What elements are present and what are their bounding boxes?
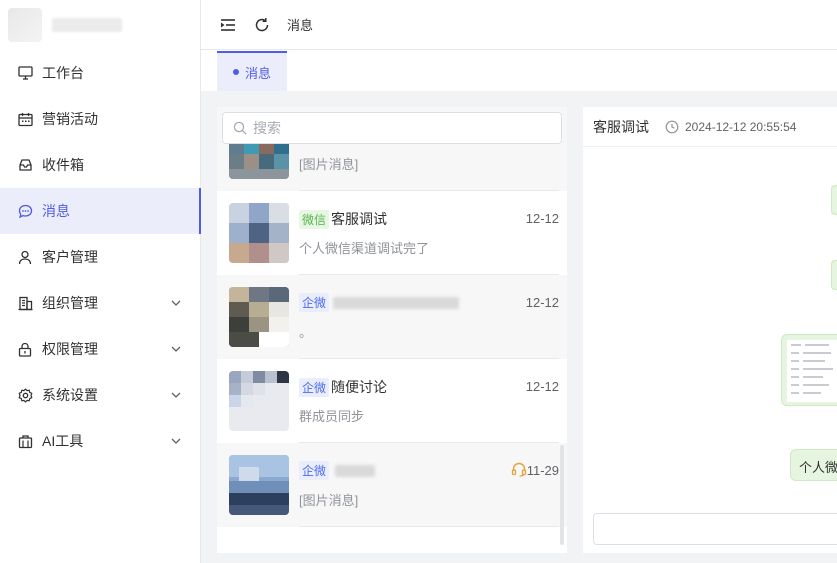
- active-dot: [232, 69, 239, 75]
- brand-name: [52, 18, 122, 32]
- sidebar-item-label: 客户管理: [42, 249, 98, 265]
- sidebar-item-messages[interactable]: 消息: [0, 188, 201, 234]
- channel-tag: 企微: [299, 377, 330, 397]
- sidebar-item-system-settings[interactable]: 系统设置: [0, 372, 200, 418]
- inbox-icon: [17, 157, 33, 173]
- sidebar-item-label: AI工具: [42, 433, 84, 449]
- chat-title: 客服调试: [593, 118, 649, 135]
- conversation-item[interactable]: 微信 客服调试 12-12 个人微信渠道调试完了: [217, 191, 567, 275]
- chevron-down-icon: [171, 392, 181, 398]
- avatar: [229, 371, 289, 431]
- sidebar-item-organization[interactable]: 组织管理: [0, 280, 200, 326]
- sidebar-item-permissions[interactable]: 权限管理: [0, 326, 200, 372]
- sidebar-item-label: 组织管理: [42, 295, 98, 311]
- chevron-down-icon: [171, 438, 181, 444]
- conversation-item[interactable]: 企微 11-29 [图片消息]: [217, 443, 567, 527]
- message-bubble[interactable]: [831, 260, 837, 290]
- conversation-panel: 12-12 [图片消息] 微信 客服调试 12-12 个人微信渠道调试完了 企微: [217, 107, 567, 553]
- tab-label: 消息: [244, 65, 271, 81]
- sidebar-item-workbench[interactable]: 工作台: [0, 50, 200, 96]
- sidebar-menu: 工作台 营销活动 收件箱 消息 客户管理 组织管理 权限管理 系统设置 AI工具: [0, 50, 201, 464]
- image-message-bubble[interactable]: [781, 334, 837, 406]
- tab-messages[interactable]: 消息: [217, 51, 287, 91]
- conversation-date: 12-12: [525, 379, 559, 394]
- chat-time-text: 2024-12-12 20:55:54: [685, 119, 797, 134]
- headset-icon: [511, 462, 527, 477]
- conversation-preview: [图片消息]: [299, 493, 359, 508]
- sidebar: 工作台 营销活动 收件箱 消息 客户管理 组织管理 权限管理 系统设置 AI工具: [0, 0, 201, 563]
- sidebar-item-label: 消息: [42, 203, 70, 219]
- conversation-scrollbar[interactable]: [560, 445, 564, 545]
- conversation-item[interactable]: 企微 随便讨论 12-12 群成员同步: [217, 359, 567, 443]
- avatar: [229, 203, 289, 263]
- user-icon: [17, 249, 33, 265]
- conversation-title: 微信 客服调试: [299, 209, 387, 229]
- channel-tag: 企微: [299, 293, 330, 312]
- chat-bubble-icon: [17, 203, 33, 219]
- sidebar-item-label: 权限管理: [42, 341, 98, 357]
- conversation-preview: [图片消息]: [299, 157, 359, 172]
- building-icon: [17, 295, 33, 311]
- conversation-title: 企微: [299, 461, 376, 480]
- conversation-preview: 。: [299, 325, 313, 340]
- channel-tag: 微信: [299, 209, 330, 229]
- image-message-thumbnail: [787, 340, 837, 402]
- sidebar-item-marketing[interactable]: 营销活动: [0, 96, 200, 142]
- sidebar-item-ai-tools[interactable]: AI工具: [0, 418, 200, 464]
- avatar: [229, 455, 289, 515]
- conversation-list: 12-12 [图片消息] 微信 客服调试 12-12 个人微信渠道调试完了 企微: [217, 107, 567, 551]
- lock-icon: [17, 341, 33, 357]
- collapse-menu-icon[interactable]: [219, 16, 237, 34]
- chevron-down-icon: [171, 300, 181, 306]
- sidebar-item-inbox[interactable]: 收件箱: [0, 142, 200, 188]
- sidebar-item-label: 工作台: [42, 65, 84, 81]
- avatar: [229, 287, 289, 347]
- message-bubble[interactable]: [831, 185, 837, 215]
- sidebar-item-customers[interactable]: 客户管理: [0, 234, 200, 280]
- text-message-bubble[interactable]: 个人微: [790, 449, 837, 481]
- conversation-date: 12-12: [525, 295, 559, 310]
- contact-name: 随便讨论: [331, 379, 388, 395]
- sidebar-item-label: 收件箱: [42, 157, 84, 173]
- sidebar-item-label: 系统设置: [42, 387, 98, 403]
- divider: [299, 526, 559, 527]
- conversation-item[interactable]: 企微 12-12 。: [217, 275, 567, 359]
- conversation-preview: 群成员同步: [299, 409, 365, 424]
- chevron-down-icon: [171, 346, 181, 352]
- conversation-title: 企微: [299, 293, 460, 312]
- gear-icon: [17, 387, 33, 403]
- toolbox-icon: [17, 433, 33, 449]
- search-box[interactable]: [222, 112, 562, 144]
- search-input[interactable]: [253, 120, 543, 136]
- clock-icon: [665, 120, 679, 133]
- breadcrumb: 消息: [287, 18, 314, 33]
- monitor-icon: [17, 65, 33, 81]
- tabs-bar: 消息: [201, 51, 837, 91]
- channel-tag: 企微: [299, 461, 330, 480]
- calendar-icon: [17, 111, 33, 127]
- brand-logo: [8, 8, 42, 42]
- contact-name-redacted: [335, 464, 376, 477]
- contact-name-redacted: [333, 296, 460, 309]
- message-input[interactable]: [593, 513, 837, 545]
- conversation-date: 12-12: [525, 211, 559, 226]
- refresh-icon[interactable]: [253, 16, 271, 34]
- chat-panel: 客服调试 2024-12-12 20:55:54 个人微: [583, 107, 837, 553]
- top-header: 消息: [201, 0, 837, 50]
- search-icon: [233, 121, 247, 135]
- contact-name: 客服调试: [331, 211, 388, 227]
- sidebar-item-label: 营销活动: [42, 111, 98, 127]
- chat-timestamp: 2024-12-12 20:55:54: [665, 120, 796, 134]
- conversation-preview: 个人微信渠道调试完了: [299, 241, 430, 256]
- chat-header: 客服调试 2024-12-12 20:55:54: [583, 107, 837, 147]
- brand: [0, 0, 200, 50]
- conversation-date: 11-29: [526, 463, 559, 478]
- conversation-title: 企微 随便讨论: [299, 377, 387, 397]
